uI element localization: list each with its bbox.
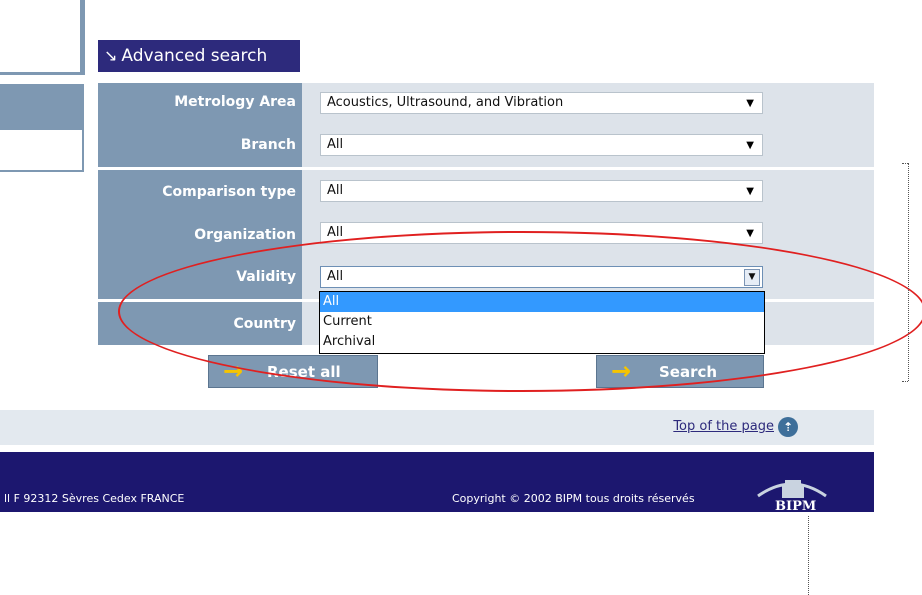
label-column (98, 83, 302, 345)
comparison-type-value: All (327, 183, 344, 198)
branch-label: Branch (240, 137, 296, 153)
validity-option-current[interactable]: Current (320, 312, 764, 332)
chevron-down-icon[interactable]: ▼ (744, 269, 760, 286)
left-box-top (0, 0, 85, 75)
chevron-down-icon: ▼ (746, 140, 754, 151)
advanced-search-title: Advanced search (121, 46, 268, 66)
validity-dropdown-list: All Current Archival (319, 291, 765, 354)
metrology-area-label: Metrology Area (174, 94, 296, 110)
footer: ll F 92312 Sèvres Cedex FRANCE Copyright… (0, 452, 874, 512)
footer-address: ll F 92312 Sèvres Cedex FRANCE (4, 492, 185, 505)
bipm-logo: BIPM (757, 480, 827, 512)
arrow-right-icon: → (611, 357, 632, 385)
organization-select[interactable]: All ▼ (320, 222, 763, 244)
validity-label: Validity (236, 269, 296, 285)
validity-option-all[interactable]: All (320, 292, 764, 312)
chevron-down-icon: ▼ (746, 98, 754, 109)
dotted-guide (908, 163, 909, 381)
dotted-guide (902, 381, 908, 382)
organization-label: Organization (194, 227, 296, 243)
arrow-up-icon[interactable]: ⇡ (778, 417, 798, 437)
metrology-area-select[interactable]: Acoustics, Ultrasound, and Vibration ▼ (320, 92, 763, 114)
country-label: Country (233, 316, 296, 332)
top-of-page-bar: Top of the page ⇡ (0, 410, 874, 445)
left-box-bottom (0, 128, 84, 172)
metrology-area-value: Acoustics, Ultrasound, and Vibration (327, 95, 564, 110)
left-box-mid (0, 84, 84, 128)
comparison-type-select[interactable]: All ▼ (320, 180, 763, 202)
organization-value: All (327, 225, 344, 240)
dotted-guide (902, 163, 908, 164)
chevron-down-icon: ▼ (746, 228, 754, 239)
reset-all-button[interactable]: → Reset all (208, 355, 378, 388)
footer-copyright: Copyright © 2002 BIPM tous droits réserv… (452, 492, 695, 505)
validity-value: All (327, 269, 344, 284)
chevron-down-icon: ▼ (746, 186, 754, 197)
dotted-guide (808, 516, 809, 595)
validity-select[interactable]: All ▼ (320, 266, 763, 288)
reset-all-label: Reset all (267, 363, 341, 381)
divider-line (80, 0, 83, 72)
comparison-type-label: Comparison type (162, 184, 296, 200)
top-of-page-link[interactable]: Top of the page (673, 419, 774, 434)
advanced-search-header: ↘ Advanced search (98, 40, 300, 72)
search-button[interactable]: → Search (596, 355, 764, 388)
arrow-right-icon: → (223, 357, 244, 385)
branch-select[interactable]: All ▼ (320, 134, 763, 156)
section-separator (98, 167, 874, 170)
search-label: Search (659, 363, 718, 381)
validity-option-archival[interactable]: Archival (320, 332, 764, 352)
bipm-logo-text: BIPM (775, 499, 816, 512)
arrow-icon: ↘ (104, 46, 118, 65)
branch-value: All (327, 137, 344, 152)
